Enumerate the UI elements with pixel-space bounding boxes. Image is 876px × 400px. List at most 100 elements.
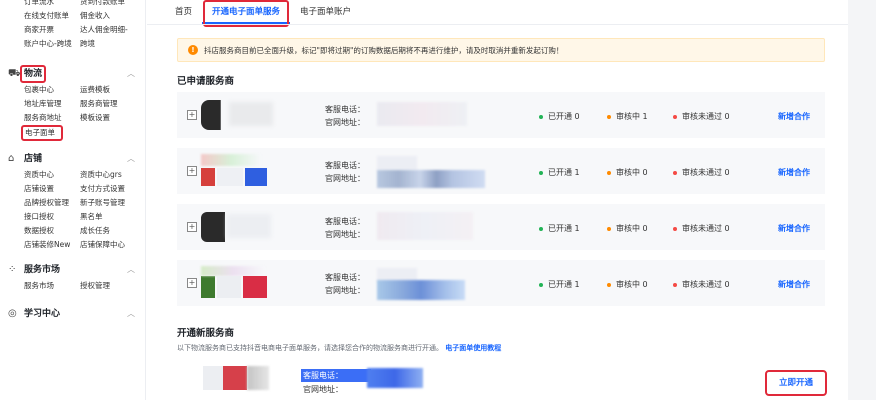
sidebar-item[interactable]: 达人佣金明细- [80,23,145,37]
applied-section-title: 已申请服务商 [177,76,235,87]
sidebar-item[interactable]: 服务商管理 [80,97,145,111]
status-reviewing: 审核中 0 [607,279,648,290]
sidebar-item[interactable]: 授权管理 [80,279,145,293]
add-cooperation-link[interactable]: 新增合作 [778,279,810,290]
status-opened: 已开通 0 [539,111,580,122]
sidebar-section-logistics[interactable]: ⛟ 物流 ︿ [0,65,145,83]
status-dot [539,282,543,287]
site-label: 官网地址： [325,230,365,239]
sidebar-item[interactable]: 模板设置 [80,111,145,125]
provider-name-blur [227,214,271,238]
sidebar-item[interactable]: 地址库管理 [24,97,80,111]
sidebar-item[interactable]: 资质中心 [24,168,80,182]
provider-row: + 客服电话： 官网地址： 已开通 1 审核中 0 审核未通过 0 新增合作 [177,148,825,194]
expand-icon[interactable]: + [187,110,197,120]
status-text: 审核未通过 0 [682,224,730,233]
sidebar-item[interactable]: 账户中心-跨境 [24,37,80,51]
sidebar-item[interactable]: 订单流水 [24,0,80,9]
right-gutter [848,0,876,400]
new-provider-logo-right [247,366,269,390]
sidebar-item[interactable]: 货到付款账单 [80,0,145,9]
provider-row: + 客服电话： 官网地址： 已开通 0 审核中 1 审核未通过 0 新增合作 [177,92,825,138]
sidebar-section-title: 物流 [20,65,47,83]
provider-logo-top [201,266,265,276]
tab-highlight-box [203,0,289,27]
sidebar-item[interactable]: 接口授权 [24,210,80,224]
add-cooperation-link[interactable]: 新增合作 [778,167,810,178]
sidebar-item[interactable]: 资质中心grs [80,168,145,182]
provider-name-blur [229,102,273,126]
sidebar-item[interactable]: 店铺保障中心 [80,238,145,252]
sidebar-item[interactable]: 运费模板 [80,83,145,97]
status-text: 已开通 1 [548,168,580,177]
sidebar-finance-links: 订单流水 货到付款账单 在线支付账单 佣金收入 商家开票 达人佣金明细- 账户中… [0,0,145,51]
add-cooperation-link[interactable]: 新增合作 [778,111,810,122]
warning-icon: ! [188,45,198,55]
sidebar-item[interactable]: 商家开票 [24,23,80,37]
sidebar-item[interactable]: 包裹中心 [24,83,80,97]
sidebar-store-links: 资质中心 资质中心grs 店铺设置 支付方式设置 品牌授权管理 新子账号管理 接… [0,168,145,252]
add-cooperation-link[interactable]: 新增合作 [778,223,810,234]
provider-contact-blur [377,212,473,240]
main-content: 首页 开通电子面单服务 电子面单账户 ! 抖店服务商目前已全面升级，标记"即将过… [147,0,848,400]
description-text: 以下物流服务商已支持抖音电商电子面单服务，请选择您合作的物流服务商进行开通。 [177,344,443,352]
open-now-button[interactable]: 立即开通 [765,370,827,396]
status-opened: 已开通 1 [539,223,580,234]
new-provider-logo-left [203,366,223,390]
site-label: 官网地址： [325,174,365,183]
sidebar-section-learning[interactable]: ◎ 学习中心 ︿ [0,305,145,323]
sidebar-section-title: 店铺 [24,154,43,164]
status-reviewing: 审核中 1 [607,111,648,122]
provider-logo-right [243,276,267,298]
status-text: 已开通 1 [548,224,580,233]
sidebar-item[interactable]: 数据授权 [24,224,80,238]
new-section-description: 以下物流服务商已支持抖音电商电子面单服务，请选择您合作的物流服务商进行开通。 电… [177,343,501,353]
expand-icon[interactable]: + [187,222,197,232]
chevron-up-icon[interactable]: ︿ [127,65,135,83]
grid-icon: ⁘ [8,264,17,275]
tab-home[interactable]: 首页 [165,0,202,24]
chevron-up-icon[interactable]: ︿ [127,150,135,168]
chevron-up-icon[interactable]: ︿ [127,305,135,323]
status-text: 审核未通过 0 [682,168,730,177]
notice-banner: ! 抖店服务商目前已全面升级，标记"即将过期"的订购数据后期将不再进行维护，请及… [177,38,825,62]
status-dot [607,282,611,287]
sidebar-item[interactable]: 店铺装修New [24,238,80,252]
sidebar-section-store[interactable]: ⌂ 店铺 ︿ [0,150,145,168]
sidebar-item[interactable]: 佣金收入 [80,9,145,23]
sidebar-item[interactable]: 服务商地址 [24,111,80,125]
tutorial-link[interactable]: 电子面单使用教程 [445,344,501,352]
new-phone-label: 客服电话： [303,371,343,380]
sidebar-item[interactable]: 店铺设置 [24,182,80,196]
sidebar-item[interactable]: 品牌授权管理 [24,196,80,210]
status-dot [673,114,677,119]
sidebar-section-title: 学习中心 [24,309,61,319]
sidebar-item[interactable]: 成长任务 [80,224,145,238]
provider-logo [201,100,229,130]
chevron-up-icon[interactable]: ︿ [127,261,135,279]
expand-icon[interactable]: + [187,166,197,176]
sidebar-item-e-waybill[interactable]: 电子面单 [21,125,63,141]
status-dot [673,226,677,231]
sidebar-item[interactable]: 新子账号管理 [80,196,145,210]
sidebar-item[interactable]: 服务市场 [24,279,80,293]
expand-icon[interactable]: + [187,278,197,288]
tab-e-waybill-account[interactable]: 电子面单账户 [290,0,361,24]
tab-divider [147,24,848,25]
status-text: 审核中 0 [616,168,648,177]
status-dot [539,170,543,175]
sidebar-logistics-links: 包裹中心 运费模板 地址库管理 服务商管理 服务商地址 模板设置 电子面单 [0,83,145,141]
provider-logo-right [245,168,267,186]
provider-logo [201,212,225,242]
status-rejected: 审核未通过 0 [673,111,730,122]
book-icon: ◎ [8,308,17,319]
status-opened: 已开通 1 [539,279,580,290]
sidebar-item[interactable]: 支付方式设置 [80,182,145,196]
status-text: 审核中 1 [616,112,648,121]
sidebar-item[interactable]: 跨境 [80,37,145,51]
sidebar-item[interactable]: 在线支付账单 [24,9,80,23]
provider-logo-mid [217,168,243,186]
sidebar-section-service-market[interactable]: ⁘ 服务市场 ︿ [0,261,145,279]
sidebar-item[interactable]: 黑名单 [80,210,145,224]
phone-label: 客服电话： [325,105,365,114]
